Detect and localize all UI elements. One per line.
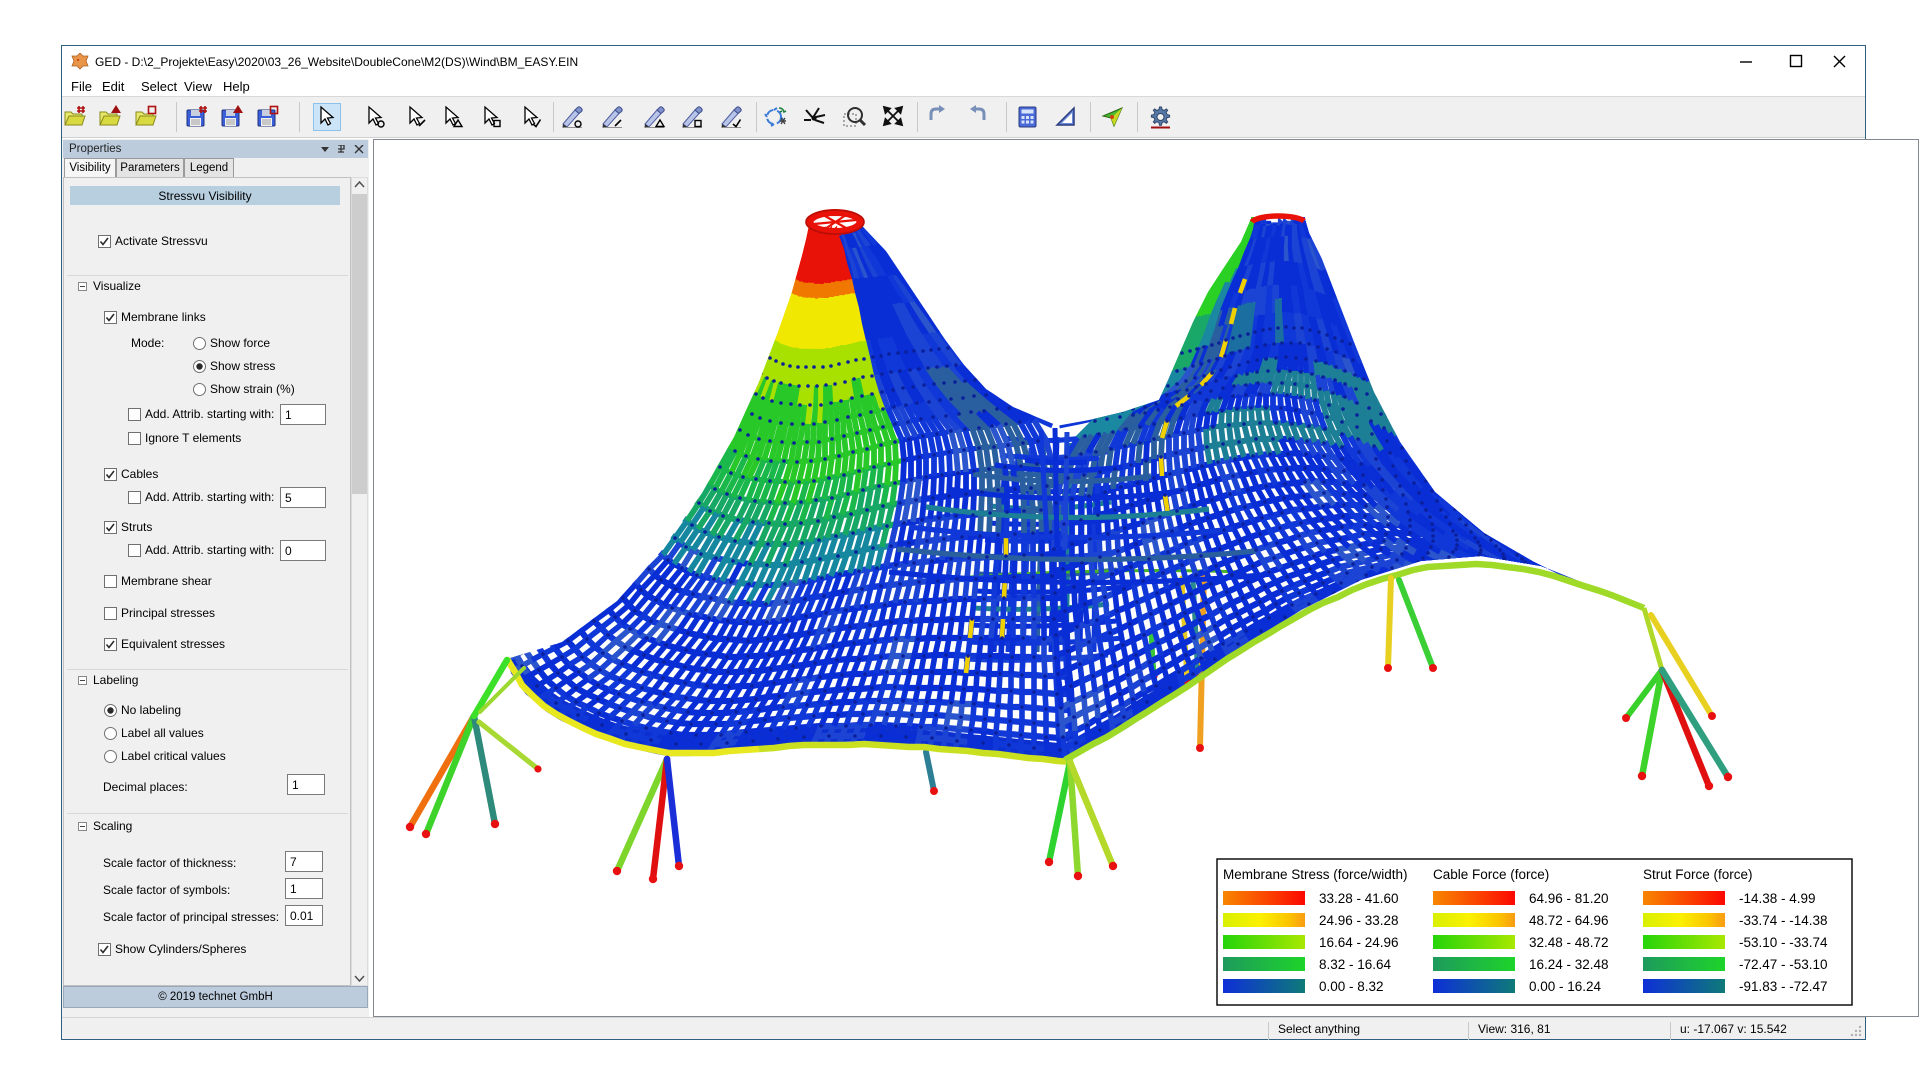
svg-text:Cable Force (force): Cable Force (force) [1433, 867, 1549, 882]
svg-text:-14.38 - 4.99: -14.38 - 4.99 [1739, 891, 1816, 906]
svg-text:8.32 - 16.64: 8.32 - 16.64 [1319, 957, 1392, 972]
svg-text:16.64 - 24.96: 16.64 - 24.96 [1319, 935, 1399, 950]
svg-text:16.24 - 32.48: 16.24 - 32.48 [1529, 957, 1609, 972]
svg-text:-33.74 - -14.38: -33.74 - -14.38 [1739, 913, 1828, 928]
svg-text:Membrane Stress (force/width): Membrane Stress (force/width) [1223, 867, 1408, 882]
svg-text:48.72 - 64.96: 48.72 - 64.96 [1529, 913, 1609, 928]
svg-text:-53.10 - -33.74: -53.10 - -33.74 [1739, 935, 1828, 950]
svg-text:0.00 - 8.32: 0.00 - 8.32 [1319, 979, 1384, 994]
svg-text:64.96 - 81.20: 64.96 - 81.20 [1529, 891, 1609, 906]
svg-text:33.28 - 41.60: 33.28 - 41.60 [1319, 891, 1399, 906]
svg-text:-72.47 - -53.10: -72.47 - -53.10 [1739, 957, 1828, 972]
svg-text:0.00 - 16.24: 0.00 - 16.24 [1529, 979, 1602, 994]
svg-text:24.96 - 33.28: 24.96 - 33.28 [1319, 913, 1399, 928]
svg-text:32.48 - 48.72: 32.48 - 48.72 [1529, 935, 1609, 950]
svg-text:-91.83 - -72.47: -91.83 - -72.47 [1739, 979, 1828, 994]
svg-text:Strut Force (force): Strut Force (force) [1643, 867, 1753, 882]
